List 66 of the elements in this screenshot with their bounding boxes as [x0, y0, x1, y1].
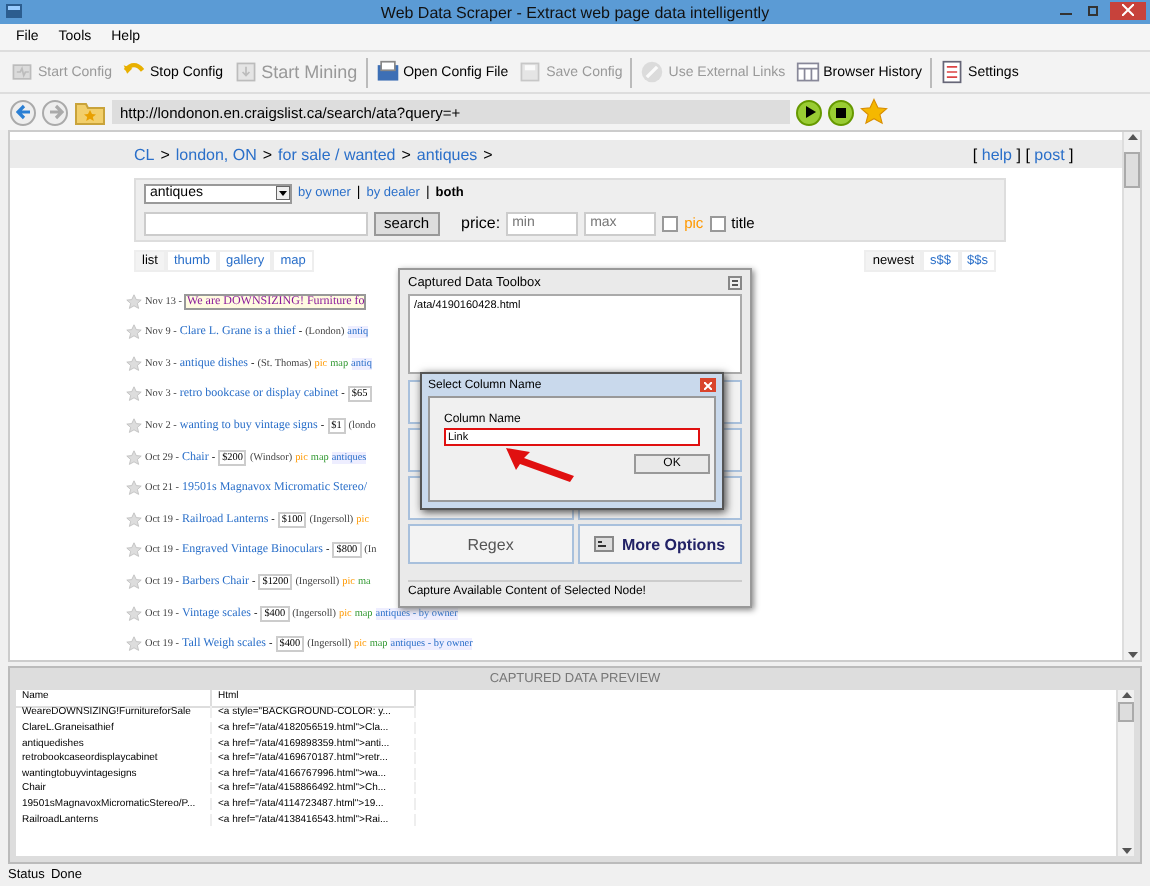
window-title: Web Data Scraper - Extract web page data intelligently — [380, 3, 770, 21]
breadcrumb-separator: > — [160, 145, 170, 163]
checkbox[interactable] — [709, 215, 726, 232]
up-arrow-icon[interactable] — [1121, 690, 1131, 698]
stop-button[interactable] — [828, 99, 854, 125]
checklist-icon — [940, 60, 965, 84]
download-icon — [233, 60, 258, 84]
star-icon[interactable] — [126, 386, 142, 403]
star-icon[interactable] — [126, 636, 142, 653]
star-icon[interactable] — [860, 98, 888, 126]
star-icon[interactable] — [126, 355, 142, 372]
star-icon[interactable] — [126, 542, 142, 559]
back-arrow-icon — [15, 104, 31, 120]
scroll-thumb[interactable] — [1124, 152, 1140, 188]
go-button[interactable] — [796, 99, 822, 125]
down-arrow-icon[interactable] — [1121, 848, 1131, 856]
table-icon — [795, 60, 820, 84]
header-link[interactable]: help — [981, 145, 1012, 163]
app-icon — [6, 4, 22, 18]
star-icon[interactable] — [126, 449, 142, 466]
star-icon[interactable] — [126, 293, 142, 310]
star-icon[interactable] — [126, 324, 142, 341]
star-icon[interactable] — [126, 418, 142, 435]
breadcrumb-separator: > — [483, 145, 493, 163]
stop-icon — [836, 107, 846, 117]
bracket-text: ] — [1069, 145, 1074, 163]
header-link[interactable]: post — [1034, 145, 1065, 163]
breadcrumb-link[interactable]: CL — [134, 145, 155, 163]
monitor-icon — [10, 60, 34, 84]
breadcrumb-separator: > — [262, 145, 273, 163]
scroll-thumb[interactable] — [1118, 702, 1134, 722]
dropdown-arrow-icon — [276, 186, 290, 201]
folder-icon — [375, 60, 400, 84]
bracket-text: [ — [1025, 145, 1030, 163]
back-button[interactable] — [10, 99, 36, 125]
close-button[interactable] — [700, 378, 716, 392]
play-icon — [803, 106, 815, 118]
star-icon[interactable] — [126, 574, 142, 591]
down-arrow-icon[interactable] — [1127, 652, 1137, 660]
close-icon — [704, 381, 712, 389]
breadcrumb-link[interactable]: for sale / wanted — [278, 145, 396, 163]
bracket-text: [ — [972, 145, 978, 163]
forward-button[interactable] — [42, 99, 68, 125]
up-arrow-icon[interactable] — [1127, 132, 1137, 140]
price-label: price: — [461, 214, 501, 233]
breadcrumb-separator: > — [401, 145, 411, 163]
menu-icon[interactable] — [728, 275, 742, 289]
close-icon — [1122, 4, 1134, 16]
star-icon[interactable] — [126, 605, 142, 622]
forward-arrow-icon — [47, 104, 63, 120]
checkbox[interactable] — [662, 215, 679, 232]
close-button[interactable] — [1110, 1, 1146, 19]
breadcrumb-link[interactable]: london, ON — [175, 145, 257, 163]
star-icon[interactable] — [126, 511, 142, 528]
breadcrumb-link[interactable]: antiques — [416, 145, 478, 163]
link-icon — [640, 60, 665, 84]
toolbox-button[interactable]: More Options — [577, 524, 742, 564]
star-icon[interactable] — [126, 480, 142, 497]
favorites-folder-icon[interactable] — [74, 99, 106, 125]
bracket-text: ] — [1016, 145, 1021, 163]
restore-icon — [1088, 4, 1100, 16]
options-icon — [593, 536, 614, 552]
scrollbar[interactable] — [1116, 690, 1134, 856]
scrollbar[interactable] — [1122, 132, 1140, 660]
toolbox-button[interactable]: Regex — [408, 524, 573, 564]
search-field[interactable] — [144, 211, 368, 236]
